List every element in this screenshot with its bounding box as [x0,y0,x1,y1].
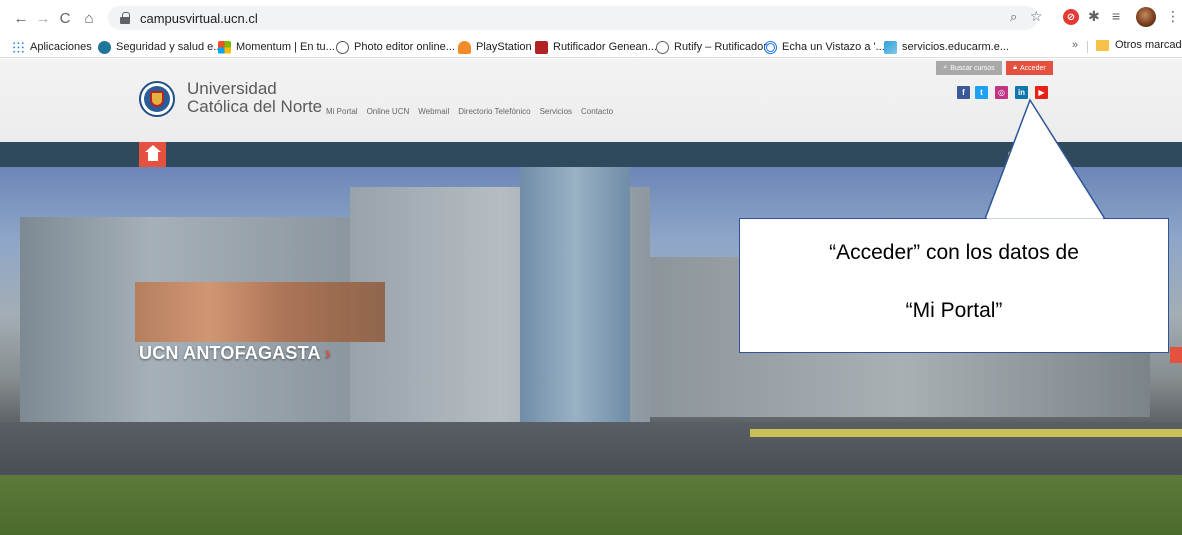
extensions-puzzle-icon[interactable]: ✱ [1088,8,1100,25]
bookmark-item[interactable]: Photo editor online... [336,39,455,55]
callout-text-line1: “Acceder” con los datos de [829,241,1079,264]
bookmarks-bar: Aplicaciones Seguridad y salud e... Mome… [0,36,1182,58]
nav-online-ucn[interactable]: Online UCN [367,107,410,116]
windows-logo-icon [218,40,231,54]
chevron-right-icon: › [324,343,331,363]
reading-list-icon[interactable]: ≡ [1112,8,1120,24]
login-button[interactable]: 🔒︎ Acceder [1006,61,1053,75]
home-icon[interactable]: ⌂ [78,7,100,29]
lock-icon: 🔒︎ [1013,64,1018,71]
bookmark-item[interactable]: Echa un Vistazo a '... [764,39,885,55]
facebook-icon[interactable]: f [957,86,970,99]
instagram-icon[interactable]: ◎ [995,86,1008,99]
target-icon [764,40,777,54]
site-header: Universidad Católica del Norte Mi Portal… [0,59,1182,142]
reload-icon[interactable]: C [54,7,76,29]
folder-icon [1096,39,1109,51]
bookmark-item[interactable]: Seguridad y salud e... [98,39,222,55]
lock-icon [120,12,130,24]
apps-grid-icon [12,40,25,54]
bookmarks-overflow-button[interactable]: » [1072,39,1078,51]
globe-icon [656,40,669,54]
building-tower-image [520,167,630,437]
bookmark-star-icon[interactable]: ☆ [1030,8,1043,25]
mural-image [135,282,385,342]
nav-mi-portal[interactable]: Mi Portal [326,107,358,116]
bookmark-item[interactable]: servicios.educarm.e... [884,39,1009,55]
search-courses-button[interactable]: ⌕ Buscar cursos [936,61,1002,75]
annotation-callout: “Acceder” con los datos de “Mi Portal” [739,218,1169,353]
linkedin-icon[interactable]: in [1015,86,1028,99]
bookmark-item[interactable]: Rutificador Genean... [535,39,657,55]
zoom-icon[interactable]: ⌕ [1010,9,1017,25]
other-bookmarks-folder[interactable]: Otros marcadores [1096,39,1182,51]
rutificador-icon [535,40,548,54]
secondary-nav-bar [0,142,1182,167]
nav-webmail[interactable]: Webmail [418,107,449,116]
back-arrow-icon[interactable]: ← [10,7,32,29]
shield-icon [150,91,164,107]
nav-contacto[interactable]: Contacto [581,107,613,116]
youtube-icon[interactable]: ▶ [1035,86,1048,99]
main-nav: Mi Portal Online UCN Webmail Directorio … [326,107,616,116]
grass-image [0,475,1182,535]
bookmark-apps[interactable]: Aplicaciones [12,39,92,55]
playstation-icon [458,40,471,54]
hero-caption-link[interactable]: UCN ANTOFAGASTA › [139,343,331,364]
bookmark-item[interactable]: Rutify – Rutificador [656,39,767,55]
extension-stop-icon[interactable]: ⊘ [1063,9,1079,25]
bookmarks-divider [1087,41,1088,53]
address-input[interactable]: campusvirtual.ucn.cl [108,6,1038,30]
profile-avatar[interactable] [1136,7,1156,27]
photo-editor-icon [336,40,349,54]
browser-menu-icon[interactable]: ⋮ [1166,8,1180,25]
forward-arrow-icon[interactable]: → [32,7,54,29]
university-logo[interactable] [139,81,175,117]
nav-directorio[interactable]: Directorio Telefónico [458,107,530,116]
slider-next-button[interactable] [1170,347,1182,363]
browser-toolbar: ← → C ⌂ campusvirtual.ucn.cl ⌕ ☆ ⊘ ✱ ≡ ⋮ [0,0,1182,36]
home-button[interactable] [139,142,166,167]
callout-text-line2: “Mi Portal” [905,299,1003,322]
twitter-icon[interactable]: t [975,86,988,99]
bookmark-item[interactable]: Momentum | En tu... [218,39,335,55]
logo-seal [144,86,170,112]
curb-image [750,429,1182,437]
url-text: campusvirtual.ucn.cl [140,10,258,26]
wordpress-icon [98,40,111,54]
educarm-icon [884,40,897,54]
home-icon [144,145,161,161]
university-name[interactable]: Universidad Católica del Norte [187,80,322,116]
language-flag-icon[interactable] [1008,151,1014,157]
nav-servicios[interactable]: Servicios [540,107,572,116]
bookmark-item[interactable]: PlayStation [458,39,532,55]
search-icon: ⌕ [943,64,948,71]
